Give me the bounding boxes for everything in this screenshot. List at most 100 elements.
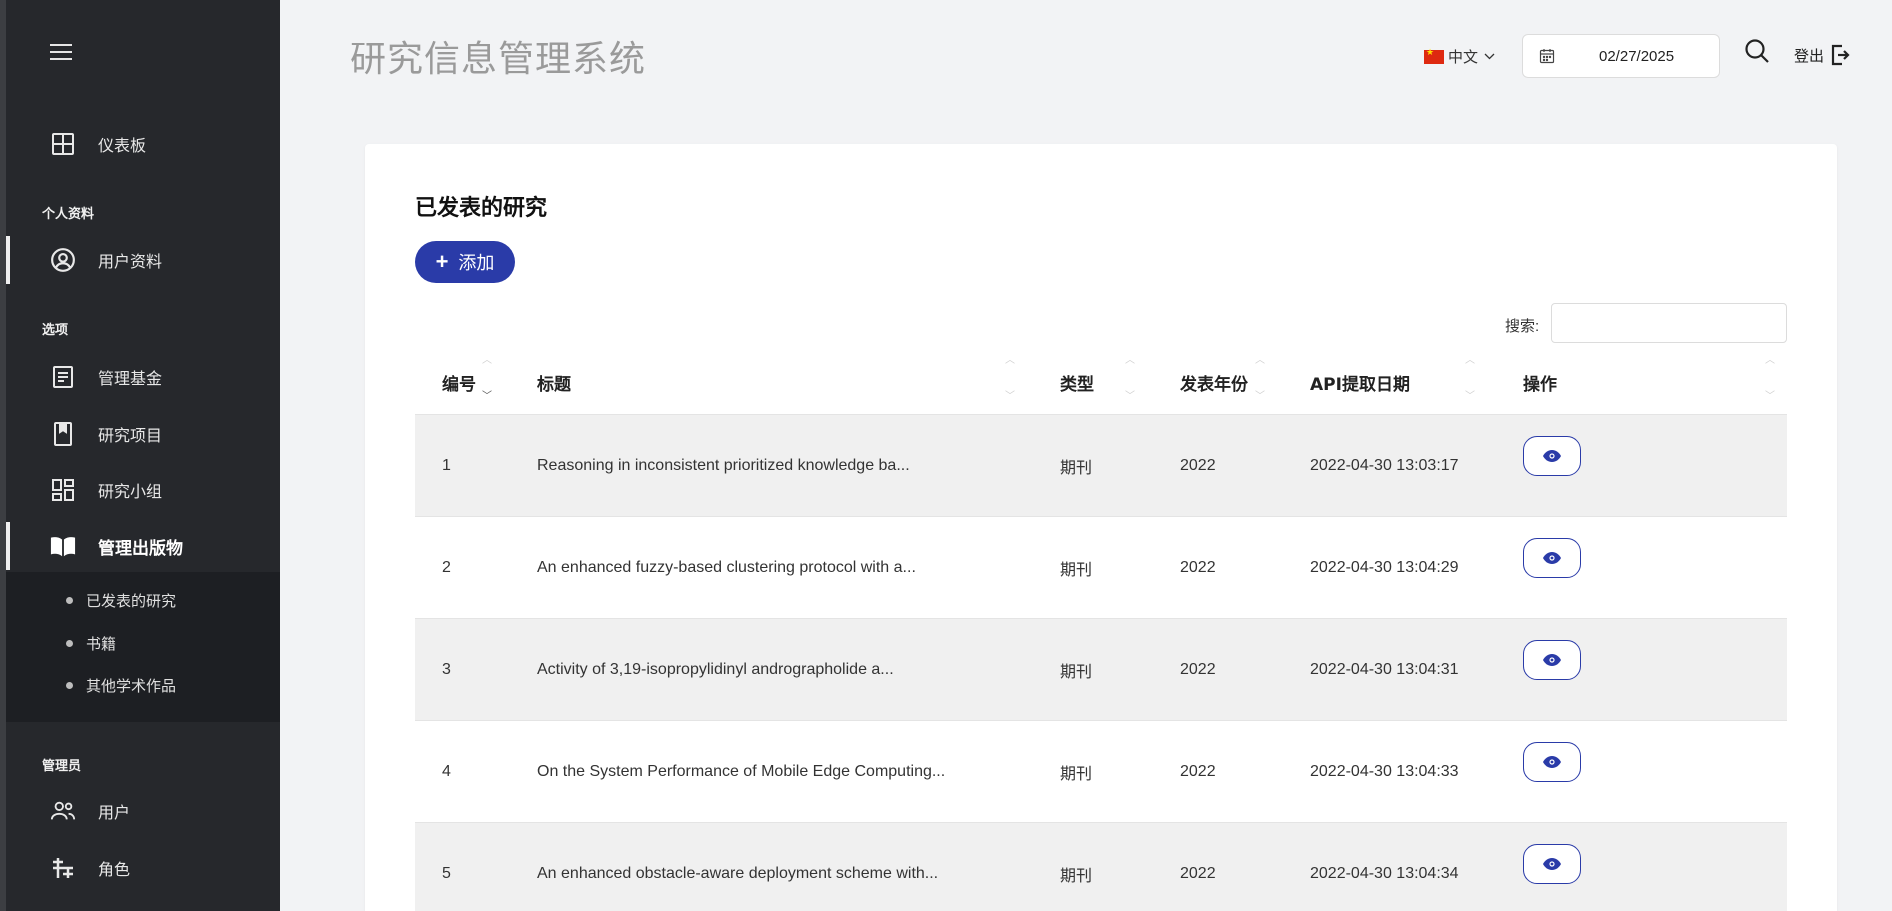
card-title: 已发表的研究 xyxy=(415,196,548,221)
cell-api-date: 2022-04-30 13:04:31 xyxy=(1310,661,1459,678)
roles-icon xyxy=(50,855,76,881)
add-button-label: 添加 xyxy=(458,253,495,273)
grid-icon xyxy=(50,131,76,157)
submenu-item-other-works[interactable]: 其他学术作品 xyxy=(66,675,176,696)
sidebar-item-label: 用户资料 xyxy=(98,254,163,271)
table-header: 编号 ︿ ﹀ 标题 ︿ ﹀ 类型 ︿ ﹀ 发表年份 ︿ ﹀ API提取日期 ︿ ﹀ 操作 … xyxy=(415,350,1787,414)
submenu-item-label: 已发表的研究 xyxy=(86,593,177,610)
view-button[interactable] xyxy=(1523,538,1581,578)
sidebar-item-label: 管理基金 xyxy=(98,371,163,388)
bullet-icon xyxy=(66,640,73,647)
sidebar-item-label: 管理出版物 xyxy=(98,538,183,558)
cell-title: Activity of 3,19-isopropylidinyl androgr… xyxy=(537,661,894,678)
table-row: 4 On the System Performance of Mobile Ed… xyxy=(415,720,1787,822)
table-row: 5 An enhanced obstacle-aware deployment … xyxy=(415,822,1787,911)
bullet-icon xyxy=(66,682,73,689)
sidebar-item-label: 研究小组 xyxy=(98,484,163,501)
table-search-input[interactable] xyxy=(1551,303,1787,343)
sidebar-item-label: 研究项目 xyxy=(98,428,163,445)
table-row: 3 Activity of 3,19-isopropylidinyl andro… xyxy=(415,618,1787,720)
eye-icon xyxy=(1543,654,1561,666)
sidebar-item-label: 仪表板 xyxy=(98,138,147,155)
column-header-title[interactable]: 标题 xyxy=(537,350,571,414)
view-button[interactable] xyxy=(1523,640,1581,680)
add-button[interactable]: + 添加 xyxy=(415,241,515,283)
cell-year: 2022 xyxy=(1180,559,1216,576)
user-circle-icon xyxy=(50,247,76,273)
view-button[interactable] xyxy=(1523,742,1581,782)
column-header-actions[interactable]: 操作 xyxy=(1523,350,1557,414)
column-header-api-date[interactable]: API提取日期 xyxy=(1310,350,1410,414)
sidebar-item-roles[interactable]: 角色 xyxy=(6,844,280,892)
cell-api-date: 2022-04-30 13:03:17 xyxy=(1310,457,1459,474)
column-header-id[interactable]: 编号 xyxy=(442,350,476,414)
language-label: 中文 xyxy=(1448,49,1479,66)
users-icon xyxy=(50,798,76,824)
logout-button[interactable]: 登出 xyxy=(1794,44,1850,66)
sort-icon: ︿ ﹀ xyxy=(1765,355,1775,402)
document-icon xyxy=(50,364,76,390)
plus-icon: + xyxy=(435,249,449,274)
section-label-admin: 管理员 xyxy=(42,758,82,773)
table-row: 1 Reasoning in inconsistent prioritized … xyxy=(415,414,1787,516)
publications-submenu: 已发表的研究 书籍 其他学术作品 xyxy=(6,572,280,722)
cell-type: 期刊 xyxy=(1060,766,1093,783)
submenu-item-published-research[interactable]: 已发表的研究 xyxy=(66,590,176,611)
cell-type: 期刊 xyxy=(1060,868,1093,885)
sidebar-item-manage-funds[interactable]: 管理基金 xyxy=(6,353,280,401)
sort-icon: ︿ ﹀ xyxy=(1255,355,1265,402)
cell-id: 5 xyxy=(442,865,451,882)
date-picker[interactable]: 02/27/2025 xyxy=(1522,34,1720,78)
column-header-type[interactable]: 类型 xyxy=(1060,350,1094,414)
sidebar-item-label: 角色 xyxy=(98,862,131,879)
search-icon[interactable] xyxy=(1744,38,1772,66)
eye-icon xyxy=(1543,450,1561,462)
eye-icon xyxy=(1543,552,1561,564)
sort-icon: ︿ ﹀ xyxy=(1005,355,1015,402)
cell-year: 2022 xyxy=(1180,763,1216,780)
sidebar-item-research-projects[interactable]: 研究项目 xyxy=(6,410,280,458)
dashboard-blocks-icon xyxy=(50,477,76,503)
sidebar-item-users[interactable]: 用户 xyxy=(6,787,280,835)
cell-year: 2022 xyxy=(1180,661,1216,678)
language-selector[interactable]: 中文 xyxy=(1424,46,1495,67)
sort-icon: ︿ ﹀ xyxy=(482,355,492,402)
sidebar: 仪表板 个人资料 用户资料 选项 管理基金 研究项目 研究小组 管理出版物 已发… xyxy=(0,0,280,911)
open-book-icon xyxy=(50,533,76,559)
view-button[interactable] xyxy=(1523,844,1581,884)
bullet-icon xyxy=(66,597,73,604)
section-label-profile: 个人资料 xyxy=(42,206,95,221)
cell-title: An enhanced fuzzy-based clustering proto… xyxy=(537,559,916,576)
publications-card: 已发表的研究 + 添加 搜索: 编号 ︿ ﹀ 标题 ︿ ﹀ 类型 ︿ ﹀ 发表年份 ︿… xyxy=(365,144,1837,911)
view-button[interactable] xyxy=(1523,436,1581,476)
eye-icon xyxy=(1543,756,1561,768)
date-value: 02/27/2025 xyxy=(1599,47,1675,65)
eye-icon xyxy=(1543,858,1561,870)
cell-title: An enhanced obstacle-aware deployment sc… xyxy=(537,865,939,882)
cell-id: 4 xyxy=(442,763,451,780)
column-header-year[interactable]: 发表年份 xyxy=(1180,350,1248,414)
sidebar-item-manage-publications[interactable]: 管理出版物 xyxy=(6,522,280,570)
submenu-item-label: 书籍 xyxy=(86,636,117,653)
sidebar-item-user-profile[interactable]: 用户资料 xyxy=(6,236,280,284)
cell-id: 1 xyxy=(442,457,451,474)
sort-icon: ︿ ﹀ xyxy=(1125,355,1135,402)
cell-type: 期刊 xyxy=(1060,562,1093,579)
cell-title: On the System Performance of Mobile Edge… xyxy=(537,763,946,780)
sort-icon: ︿ ﹀ xyxy=(1465,355,1475,402)
china-flag-icon xyxy=(1424,47,1444,64)
submenu-item-books[interactable]: 书籍 xyxy=(66,633,116,654)
cell-type: 期刊 xyxy=(1060,460,1093,477)
logout-icon xyxy=(1831,44,1850,66)
cell-api-date: 2022-04-30 13:04:33 xyxy=(1310,763,1459,780)
calendar-icon xyxy=(1539,49,1555,64)
menu-icon[interactable] xyxy=(50,44,72,62)
sidebar-item-dashboard[interactable]: 仪表板 xyxy=(6,120,280,168)
bookmark-icon xyxy=(50,421,76,447)
cell-id: 3 xyxy=(442,661,451,678)
cell-type: 期刊 xyxy=(1060,664,1093,681)
chevron-down-icon xyxy=(1484,53,1495,60)
table-row: 2 An enhanced fuzzy-based clustering pro… xyxy=(415,516,1787,618)
sidebar-item-research-groups[interactable]: 研究小组 xyxy=(6,466,280,514)
cell-year: 2022 xyxy=(1180,457,1216,474)
